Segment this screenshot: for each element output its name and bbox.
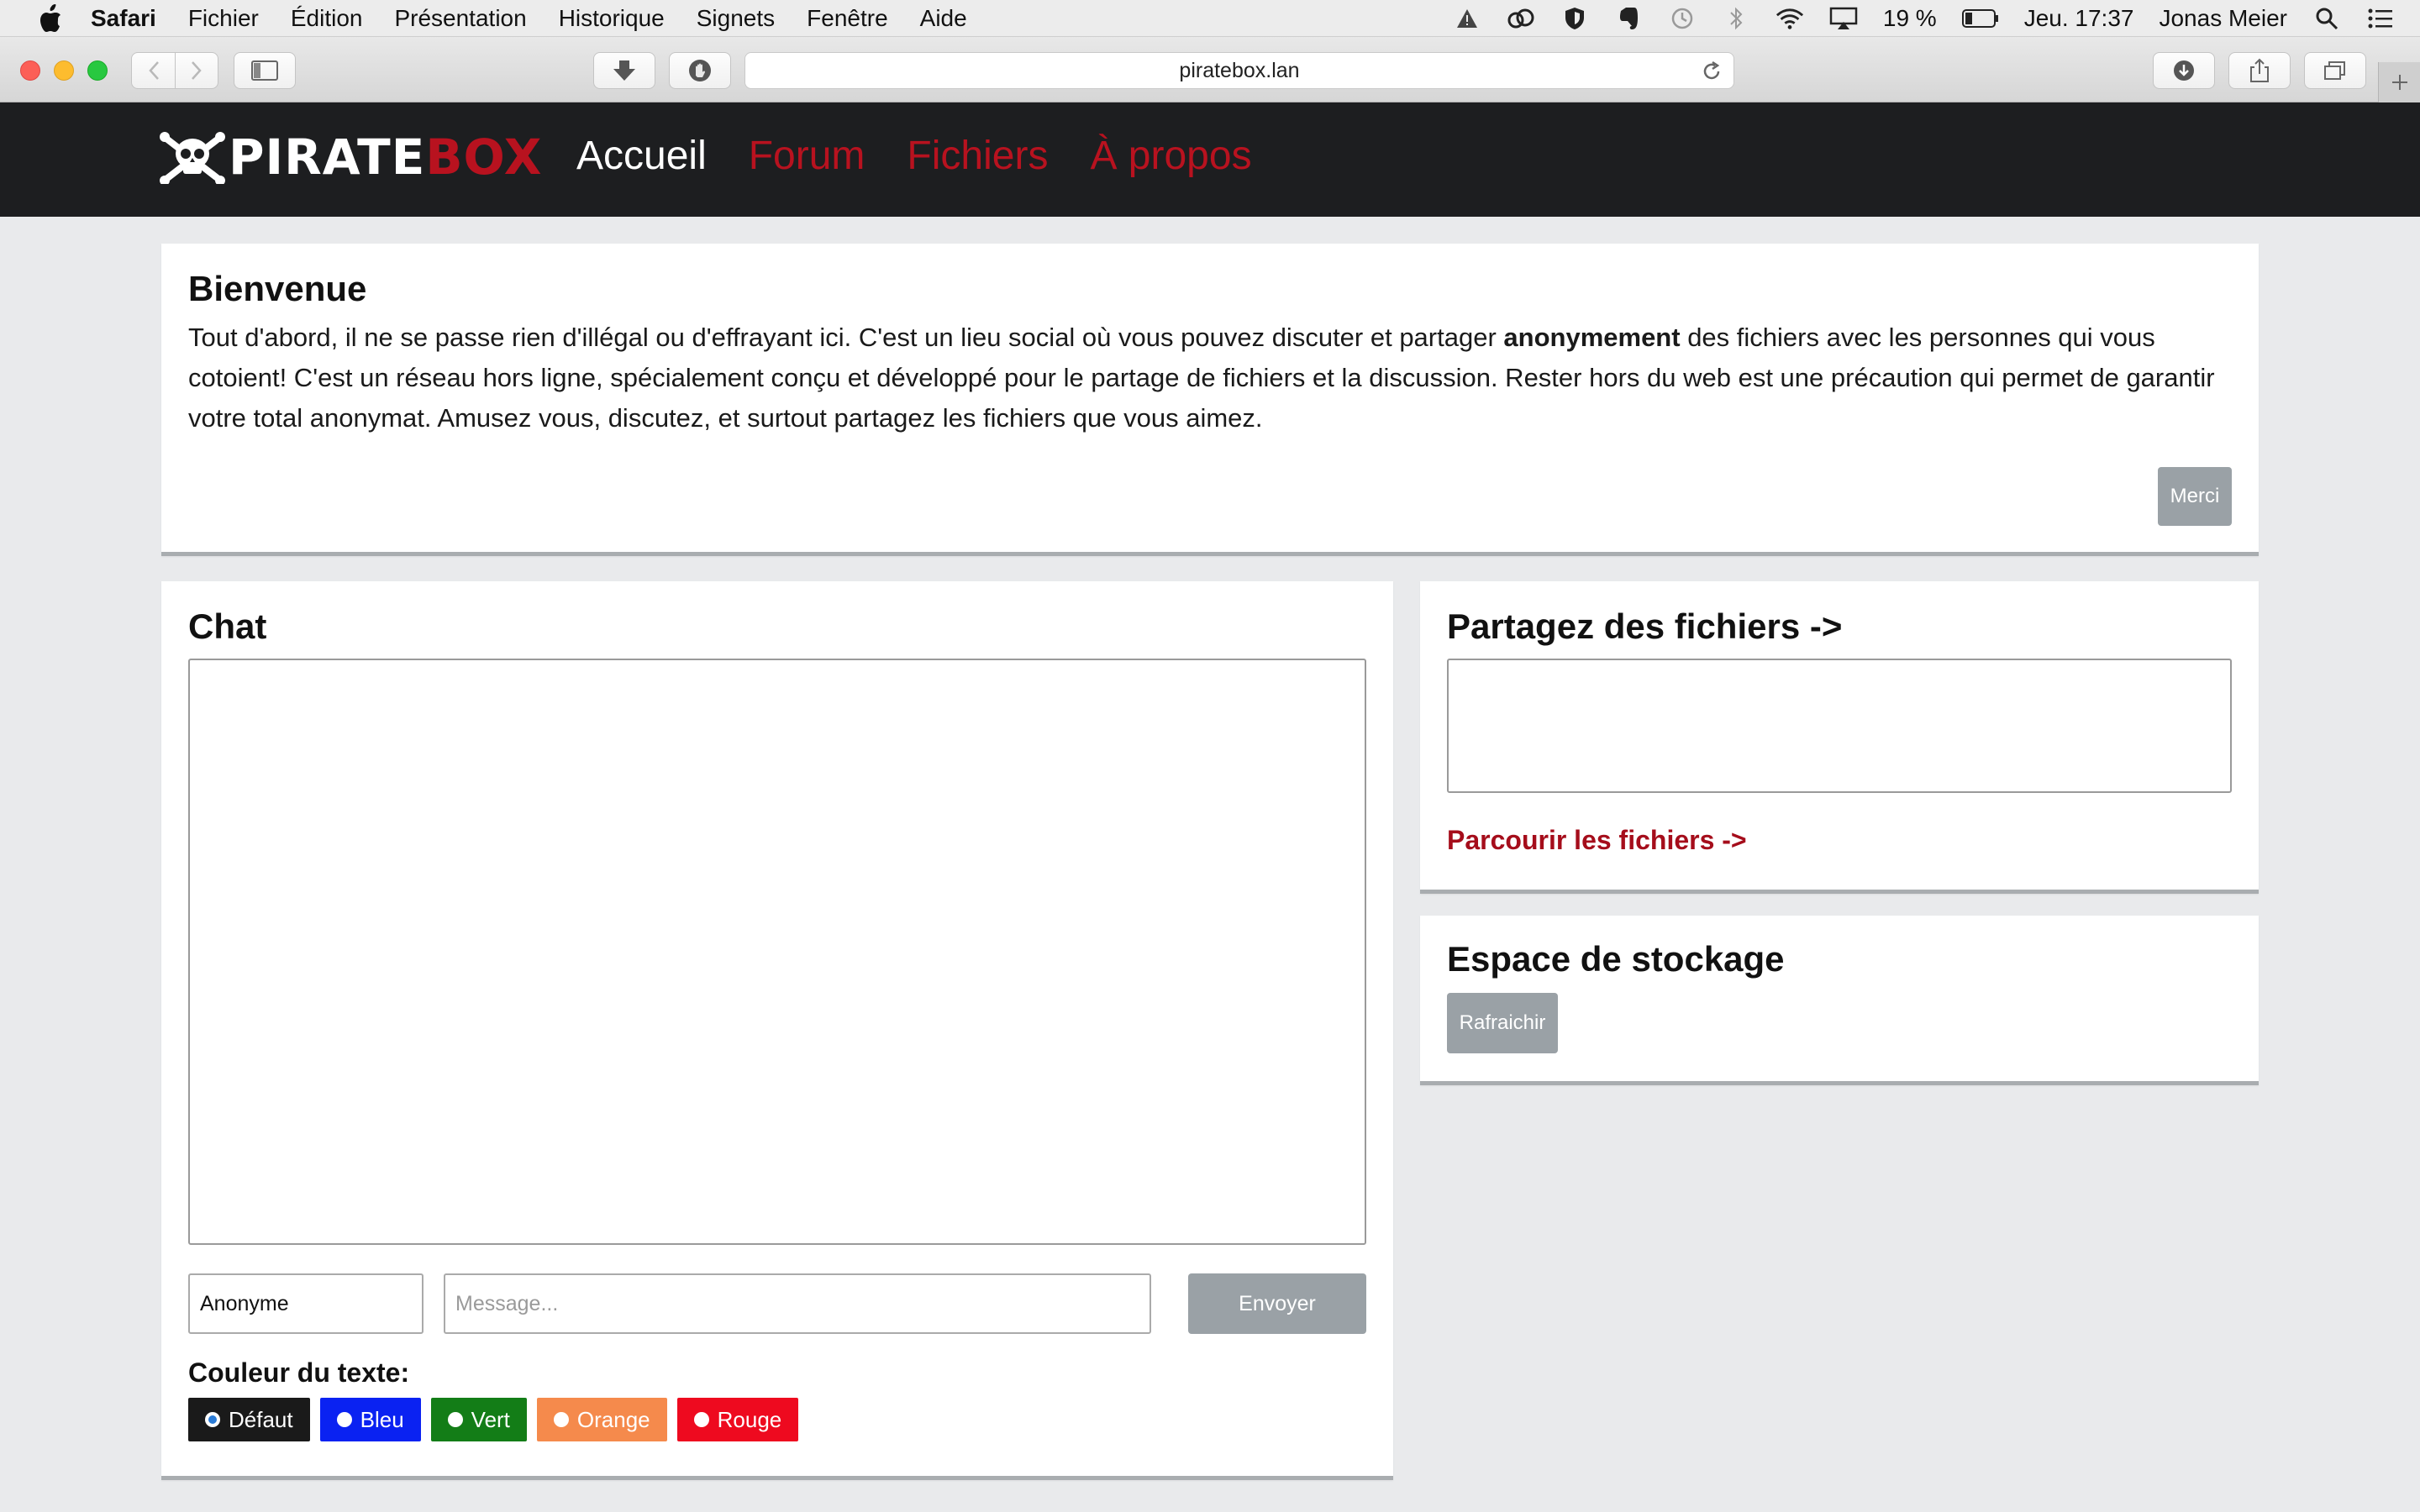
chat-panel: Chat Envoyer Couleur du texte: Défaut Bl… xyxy=(161,581,1393,1480)
chat-log[interactable] xyxy=(188,659,1366,1245)
menu-aide[interactable]: Aide xyxy=(920,5,967,32)
reload-icon[interactable] xyxy=(1700,60,1723,83)
menu-app-safari[interactable]: Safari xyxy=(91,5,156,32)
welcome-title: Bienvenue xyxy=(188,269,367,308)
address-bar[interactable]: piratebox.lan xyxy=(744,52,1734,89)
menu-edition[interactable]: Édition xyxy=(291,5,363,32)
bluetooth-icon[interactable] xyxy=(1722,4,1750,33)
color-option-red[interactable]: Rouge xyxy=(676,1398,799,1441)
menu-fichier[interactable]: Fichier xyxy=(188,5,259,32)
text-color-label: Couleur du texte: xyxy=(188,1357,410,1388)
window-minimize-button[interactable] xyxy=(54,60,74,81)
welcome-panel: Bienvenue Tout d'abord, il ne se passe r… xyxy=(161,244,2259,556)
menubar-user[interactable]: Jonas Meier xyxy=(2159,5,2287,32)
creative-cloud-icon[interactable] xyxy=(1507,4,1535,33)
color-option-label: Défaut xyxy=(229,1406,293,1432)
color-option-label: Bleu xyxy=(360,1406,404,1432)
color-option-label: Rouge xyxy=(717,1406,782,1432)
browse-files-link[interactable]: Parcourir les fichiers -> xyxy=(1447,825,1747,856)
tab-overview-button[interactable] xyxy=(2304,52,2366,89)
window-close-button[interactable] xyxy=(20,60,40,81)
back-button[interactable] xyxy=(132,53,175,88)
text-color-options: Défaut Bleu Vert Orange Rouge xyxy=(188,1398,808,1441)
nav-link-fichiers[interactable]: Fichiers xyxy=(907,133,1048,179)
share-files-panel: Partagez des fichiers -> Parcourir les f… xyxy=(1420,581,2259,894)
nav-link-a-propos[interactable]: À propos xyxy=(1090,133,1251,179)
welcome-text: Tout d'abord, il ne se passe rien d'illé… xyxy=(188,318,2238,438)
macos-menu-bar: Safari Fichier Édition Présentation Hist… xyxy=(0,0,2420,37)
back-forward-buttons xyxy=(131,52,218,89)
browser-toolbar: piratebox.lan xyxy=(0,37,2420,102)
piratebox-logo[interactable]: PIRATE BOX xyxy=(160,128,543,186)
color-option-green[interactable]: Vert xyxy=(430,1398,527,1441)
radio-icon[interactable] xyxy=(447,1412,463,1427)
radio-selected-icon[interactable] xyxy=(205,1412,220,1427)
downloader-extension-button[interactable] xyxy=(593,52,655,89)
wifi-icon[interactable] xyxy=(1776,4,1804,33)
shield-icon[interactable] xyxy=(1560,4,1589,33)
menubar-clock[interactable]: Jeu. 17:37 xyxy=(2024,5,2134,32)
main-nav: Accueil Forum Fichiers À propos xyxy=(576,133,1294,179)
merci-button[interactable]: Merci xyxy=(2158,467,2232,526)
color-option-orange[interactable]: Orange xyxy=(536,1398,667,1441)
sidebar-toggle-button[interactable] xyxy=(234,52,296,89)
logo-text-box: BOX xyxy=(425,129,543,186)
radio-icon[interactable] xyxy=(693,1412,709,1427)
notification-center-icon[interactable] xyxy=(2366,4,2395,33)
battery-icon[interactable] xyxy=(1961,4,1999,33)
chat-title: Chat xyxy=(188,606,267,646)
logo-text-pirate: PIRATE xyxy=(229,129,426,186)
spotlight-search-icon[interactable] xyxy=(2312,4,2341,33)
welcome-text-part-1: Tout d'abord, il ne se passe rien d'illé… xyxy=(188,323,1504,352)
welcome-text-bold: anonymement xyxy=(1503,323,1681,352)
battery-percent: 19 % xyxy=(1882,4,1937,31)
storage-panel: Espace de stockage Rafraichir xyxy=(1420,916,2259,1085)
warning-icon[interactable] xyxy=(1453,4,1481,33)
adblock-extension-button[interactable] xyxy=(669,52,731,89)
nav-link-forum[interactable]: Forum xyxy=(749,133,865,179)
radio-icon[interactable] xyxy=(553,1412,569,1427)
radio-icon[interactable] xyxy=(336,1412,352,1427)
downloads-button[interactable] xyxy=(2153,52,2215,89)
refresh-button[interactable]: Rafraichir xyxy=(1447,993,1558,1053)
menu-presentation[interactable]: Présentation xyxy=(394,5,526,32)
window-zoom-button[interactable] xyxy=(87,60,108,81)
forward-button[interactable] xyxy=(175,53,218,88)
color-option-default[interactable]: Défaut xyxy=(188,1398,310,1441)
new-tab-button[interactable] xyxy=(2378,62,2420,102)
color-option-label: Vert xyxy=(471,1406,510,1432)
menu-signets[interactable]: Signets xyxy=(697,5,775,32)
nav-link-accueil[interactable]: Accueil xyxy=(576,133,707,179)
url-text: piratebox.lan xyxy=(1179,58,1300,82)
share-title: Partagez des fichiers -> xyxy=(1447,606,1843,646)
message-input[interactable] xyxy=(444,1273,1151,1334)
airplay-icon[interactable] xyxy=(1829,4,1858,33)
evernote-icon[interactable] xyxy=(1614,4,1643,33)
apple-menu-icon[interactable] xyxy=(32,0,69,37)
site-navbar: PIRATE BOX Accueil Forum Fichiers À propo… xyxy=(0,102,2420,217)
file-upload-dropzone[interactable] xyxy=(1447,659,2232,793)
storage-title: Espace de stockage xyxy=(1447,939,1785,979)
menu-fenetre[interactable]: Fenêtre xyxy=(807,5,888,32)
time-machine-icon[interactable] xyxy=(1668,4,1697,33)
menu-historique[interactable]: Historique xyxy=(559,5,665,32)
nickname-input[interactable] xyxy=(188,1273,424,1334)
color-option-label: Orange xyxy=(576,1406,650,1432)
share-button[interactable] xyxy=(2228,52,2291,89)
send-button[interactable]: Envoyer xyxy=(1188,1273,1366,1334)
color-option-blue[interactable]: Bleu xyxy=(319,1398,421,1441)
skull-crossbones-icon xyxy=(160,132,225,184)
